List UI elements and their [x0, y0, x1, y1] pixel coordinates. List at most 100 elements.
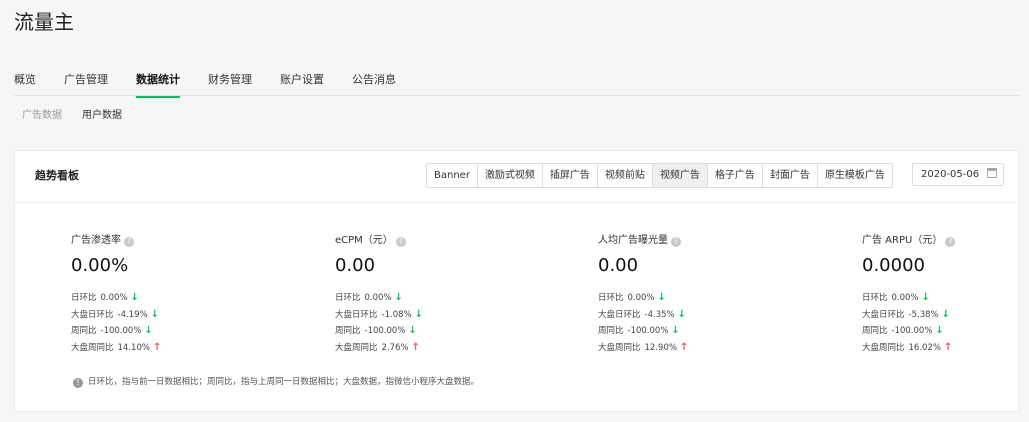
comparison-row: 大盘日环比 -5.38% ↓ [862, 307, 955, 324]
comparison-label: 大盘日环比 [335, 309, 378, 320]
comparison-row: 大盘周同比 2.76% ↑ [335, 340, 423, 357]
ad-type-selector: Banner 激励式视频 插屏广告 视频前贴 视频广告 格子广告 封面广告 原生模板广告 [426, 163, 893, 188]
comparison-row: 大盘周同比 16.02% ↑ [862, 340, 955, 357]
metric-title-label: 广告 ARPU（元） [862, 235, 943, 246]
tabs-divider [14, 95, 1019, 96]
ad-type-button[interactable]: 插屏广告 [543, 164, 598, 187]
ad-type-button[interactable]: 视频广告 [652, 164, 708, 187]
metric-title-label: 人均广告曝光量 [598, 235, 668, 246]
comparison-value: 0.00% [891, 293, 919, 303]
comparison-value: -100.00% [364, 326, 406, 336]
arrow-up-icon: ↑ [679, 341, 689, 353]
main-tab[interactable]: 财务管理 [208, 71, 252, 98]
arrow-down-icon: ↓ [677, 308, 686, 320]
comparison-value: 0.00% [100, 293, 128, 303]
help-icon[interactable]: ? [945, 237, 956, 247]
app-title: 流量主 [14, 10, 74, 34]
comparison-row: 周同比 -100.00% ↓ [862, 323, 955, 340]
comparison-label: 大盘周同比 [335, 342, 378, 353]
metric-title: 广告 ARPU（元）? [862, 231, 956, 247]
comparison-row: 日环比 0.00% ↓ [598, 290, 688, 307]
metric-title: eCPM（元）? [335, 231, 423, 247]
comparison-row: 周同比 -100.00% ↓ [71, 323, 161, 340]
metric-title: 广告渗透率? [71, 231, 161, 247]
metric-column: 广告 ARPU（元）? 0.0000 日环比 0.00% ↓ 大盘日环比 -5.38% ↓ 周同… [862, 231, 956, 356]
arrow-down-icon: ↓ [921, 292, 930, 303]
arrow-down-icon: ↓ [150, 308, 159, 320]
comparison-value: -5.38% [908, 309, 939, 320]
comparison-row: 日环比 0.00% ↓ [862, 290, 955, 307]
comparison-label: 周同比 [862, 326, 888, 336]
footnote: ! 日环比，指与前一日数据相比；周同比，指与上周同一日数据相比；大盘数据，指微信小… [73, 375, 479, 388]
comparison-row: 周同比 -100.00% ↓ [598, 323, 688, 340]
help-icon[interactable]: ? [671, 237, 681, 247]
comparison-label: 日环比 [335, 293, 361, 303]
comparison-value: 0.00% [627, 293, 655, 303]
metric-comparisons: 日环比 0.00% ↓ 大盘日环比 -1.08% ↓ 周同比 -100.00% ↓ 大盘周同比 2.… [335, 290, 423, 356]
comparison-value: 12.90% [644, 342, 677, 353]
comparison-value: -4.19% [117, 309, 148, 320]
help-icon[interactable]: ? [124, 237, 134, 247]
comparison-label: 大盘周同比 [598, 342, 641, 353]
comparison-value: 16.02% [908, 342, 941, 353]
arrow-up-icon: ↑ [943, 341, 953, 353]
comparison-value: 14.10% [117, 342, 150, 353]
arrow-down-icon: ↓ [935, 325, 944, 336]
arrow-up-icon: ↑ [152, 341, 162, 353]
footnote-text: 日环比，指与前一日数据相比；周同比，指与上周同一日数据相比；大盘数据，指微信小程… [88, 377, 480, 387]
comparison-row: 大盘日环比 -1.08% ↓ [335, 307, 423, 324]
comparison-label: 大盘日环比 [71, 309, 114, 320]
comparison-value: 0.00% [364, 293, 392, 303]
main-tabs: 概览 广告管理 数据统计 财务管理 账户设置 公告消息 [14, 71, 424, 98]
date-picker[interactable]: 2020-05-06 [912, 163, 1004, 186]
comparison-label: 周同比 [335, 326, 361, 336]
metric-comparisons: 日环比 0.00% ↓ 大盘日环比 -5.38% ↓ 周同比 -100.00% ↓ 大盘周同比 16… [862, 290, 955, 356]
main-tab[interactable]: 概览 [14, 71, 36, 98]
metric-value: 0.00% [71, 255, 129, 276]
comparison-value: 2.76% [381, 342, 409, 353]
comparison-label: 大盘日环比 [862, 309, 905, 320]
comparison-label: 大盘周同比 [71, 342, 114, 353]
comparison-value: -100.00% [627, 326, 669, 336]
comparison-value: -100.00% [891, 326, 933, 336]
ad-type-button[interactable]: 格子广告 [708, 164, 763, 187]
ad-type-button[interactable]: 视频前贴 [598, 164, 653, 187]
metric-column: eCPM（元）? 0.00 日环比 0.00% ↓ 大盘日环比 -1.08% ↓ 周同比 -100… [335, 231, 423, 356]
arrow-down-icon: ↓ [144, 325, 153, 336]
sub-tab[interactable]: 用户数据 [82, 106, 122, 121]
metric-value: 0.00 [598, 255, 639, 276]
metric-title-label: 广告渗透率 [71, 235, 121, 246]
ad-type-button[interactable]: 激励式视频 [478, 164, 543, 187]
metric-column: 人均广告曝光量? 0.00 日环比 0.00% ↓ 大盘日环比 -4.35% ↓ 周同比 -100… [598, 231, 688, 356]
arrow-down-icon: ↓ [130, 292, 139, 303]
arrow-down-icon: ↓ [941, 308, 950, 320]
comparison-value: -100.00% [100, 326, 142, 336]
info-icon: ! [73, 378, 83, 388]
main-tab[interactable]: 数据统计 [136, 71, 180, 98]
help-icon[interactable]: ? [395, 237, 406, 247]
comparison-value: -4.35% [644, 309, 675, 320]
sub-tab[interactable]: 广告数据 [22, 106, 62, 121]
ad-type-button[interactable]: Banner [427, 164, 478, 187]
calendar-icon[interactable] [987, 168, 997, 178]
arrow-down-icon: ↓ [414, 308, 423, 320]
comparison-row: 大盘日环比 -4.19% ↓ [71, 307, 161, 324]
main-tab[interactable]: 公告消息 [352, 71, 396, 98]
ad-type-button[interactable]: 封面广告 [763, 164, 818, 187]
main-tab[interactable]: 账户设置 [280, 71, 324, 98]
comparison-label: 日环比 [862, 293, 888, 303]
comparison-row: 周同比 -100.00% ↓ [335, 323, 423, 340]
comparison-row: 日环比 0.00% ↓ [71, 290, 161, 307]
card-title: 趋势看板 [35, 169, 79, 182]
comparison-row: 大盘周同比 14.10% ↑ [71, 340, 161, 357]
ad-type-button[interactable]: 原生模板广告 [818, 164, 892, 187]
metric-value: 0.0000 [862, 255, 925, 276]
sub-tabs: 广告数据 用户数据 [22, 106, 142, 121]
main-tab[interactable]: 广告管理 [64, 71, 108, 98]
metric-title: 人均广告曝光量? [598, 231, 688, 247]
card-header: 趋势看板 Banner 激励式视频 插屏广告 视频前贴 视频广告 格子广告 封面广告 原生模板… [15, 151, 1018, 203]
metric-column: 广告渗透率? 0.00% 日环比 0.00% ↓ 大盘日环比 -4.19% ↓ 周同比 -100.… [71, 231, 161, 356]
comparison-row: 日环比 0.00% ↓ [335, 290, 423, 307]
arrow-up-icon: ↑ [411, 341, 420, 353]
metric-value: 0.00 [335, 255, 376, 276]
